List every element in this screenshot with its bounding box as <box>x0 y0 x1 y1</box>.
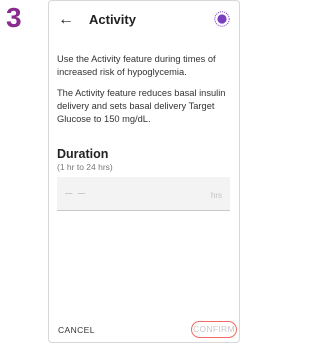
duration-range: (1 hr to 24 hrs) <box>57 162 113 172</box>
page-title: Activity <box>89 12 136 27</box>
step-number: 3 <box>6 2 22 33</box>
confirm-button[interactable]: CONFIRM <box>191 321 237 338</box>
activity-status-icon <box>214 11 230 27</box>
app-header: ← Activity <box>49 1 239 39</box>
duration-value: – – <box>65 185 87 200</box>
description-paragraph-1: Use the Activity feature during times of… <box>57 54 216 77</box>
duration-unit: hrs <box>210 191 222 200</box>
description-paragraph-2: The Activity feature reduces basal insul… <box>57 88 226 124</box>
duration-title: Duration <box>57 147 109 161</box>
duration-input[interactable]: – – hrs <box>57 177 230 211</box>
arrow-left-icon[interactable]: ← <box>57 11 75 29</box>
cancel-button[interactable]: CANCEL <box>58 325 95 335</box>
phone-screen: ← Activity Use the Activity feature duri… <box>48 0 240 343</box>
